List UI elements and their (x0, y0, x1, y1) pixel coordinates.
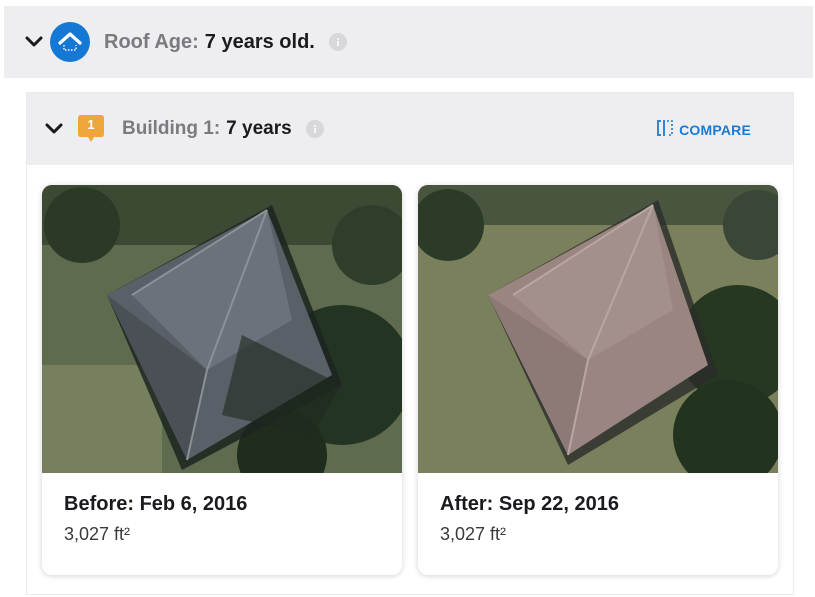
info-icon[interactable] (328, 33, 347, 51)
building-panel: 1 Building 1: 7 years COMPARE Before: Fe… (26, 92, 794, 595)
roof-age-value: 7 years old. (204, 30, 315, 53)
compare-button[interactable]: COMPARE (656, 119, 751, 140)
after-image-card[interactable]: After: Sep 22, 2016 3,027 ft² (418, 185, 778, 575)
after-area-value: 3,027 ft² (440, 524, 507, 544)
before-date-label: Before: Feb 6, 2016 (64, 493, 248, 515)
before-area-value: 3,027 ft² (64, 524, 131, 544)
building-badge-number: 1 (87, 117, 95, 132)
before-image-card[interactable]: Before: Feb 6, 2016 3,027 ft² (42, 185, 402, 575)
compare-split-icon (656, 119, 674, 140)
building-label: Building 1: (122, 118, 221, 139)
after-date-label: After: Sep 22, 2016 (440, 493, 619, 515)
chevron-down-icon[interactable] (44, 119, 64, 139)
chevron-down-icon[interactable] (24, 32, 44, 52)
compare-label: COMPARE (679, 121, 751, 138)
roof-age-header[interactable]: Roof Age: 7 years old. (4, 6, 813, 78)
after-aerial-photo[interactable] (418, 185, 778, 473)
roof-age-label: Roof Age: (104, 30, 199, 53)
building-number-badge: 1 (76, 114, 106, 144)
house-roof-icon (50, 22, 90, 62)
building-header[interactable]: 1 Building 1: 7 years COMPARE (27, 93, 793, 165)
building-age-value: 7 years (226, 118, 292, 139)
before-aerial-photo[interactable] (42, 185, 402, 473)
info-icon[interactable] (305, 120, 324, 138)
